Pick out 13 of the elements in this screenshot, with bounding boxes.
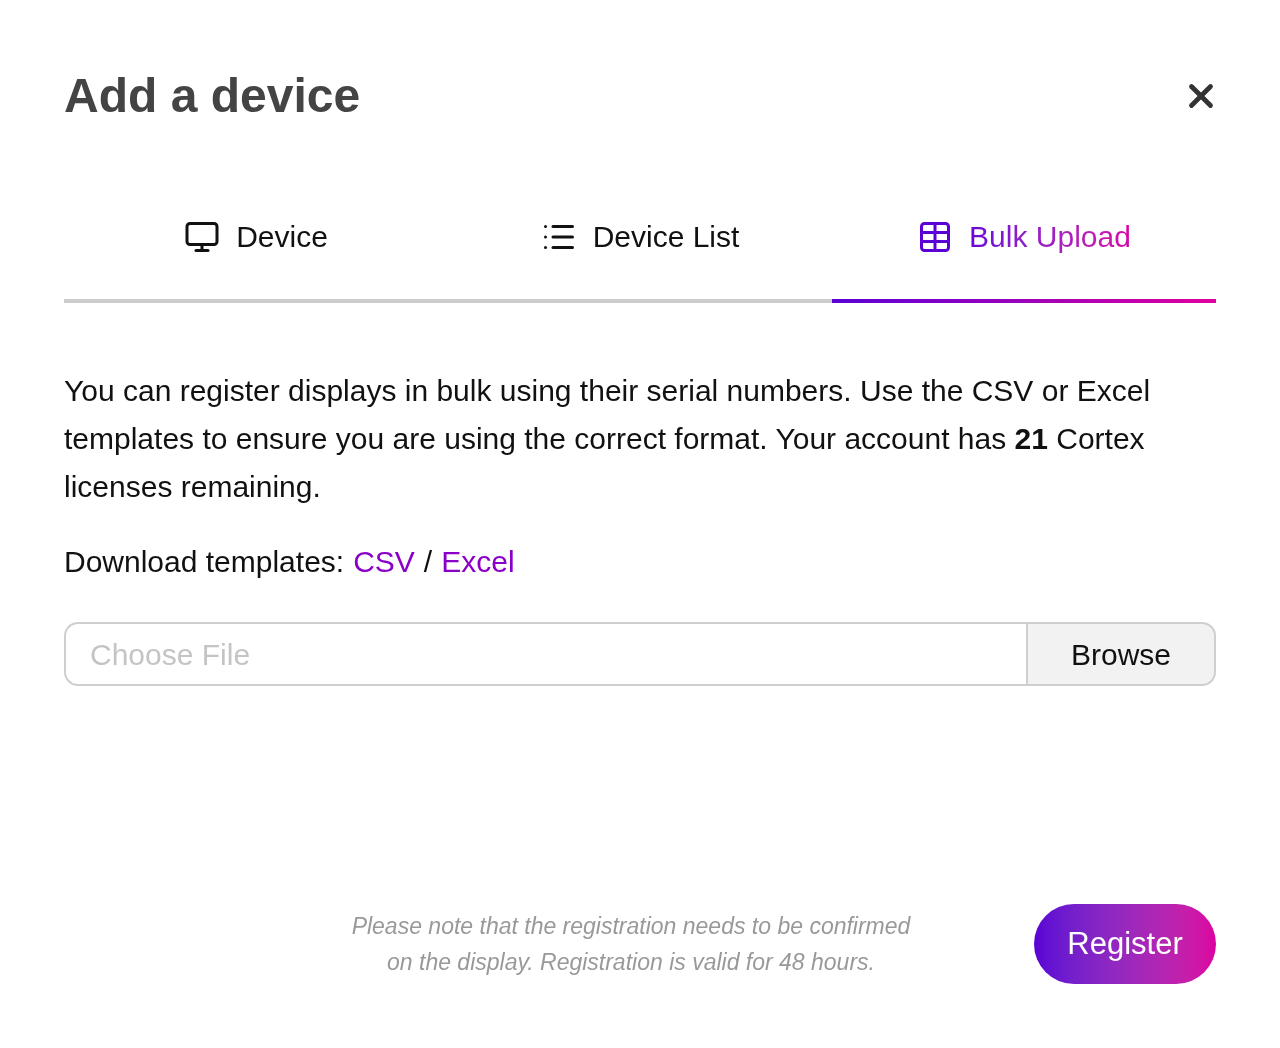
templates-label: Download templates: [64,544,345,580]
separator: / [423,544,433,580]
tab[interactable]: Bulk Upload [832,214,1216,303]
template-link[interactable]: CSV [353,539,415,584]
file-field[interactable]: Choose File [64,622,1026,686]
register-button[interactable]: Register [1034,904,1216,984]
dialog-title: Add a device [64,68,361,124]
tab[interactable]: Device List [448,214,832,303]
description: You can register displays in bulk using their serial numbers. Use the CSV or Excel templates to ensure you are using the correct format. Your account has 21 Cortex licenses remaining. [64,373,1152,505]
browse-button[interactable]: Browse [1026,622,1216,686]
template-link[interactable]: Excel [441,539,515,584]
tab[interactable]: Device [64,214,448,303]
note: Please note that the registration needs to be confirmed on the display. Registration is valid for 48 hours. [350,912,912,977]
